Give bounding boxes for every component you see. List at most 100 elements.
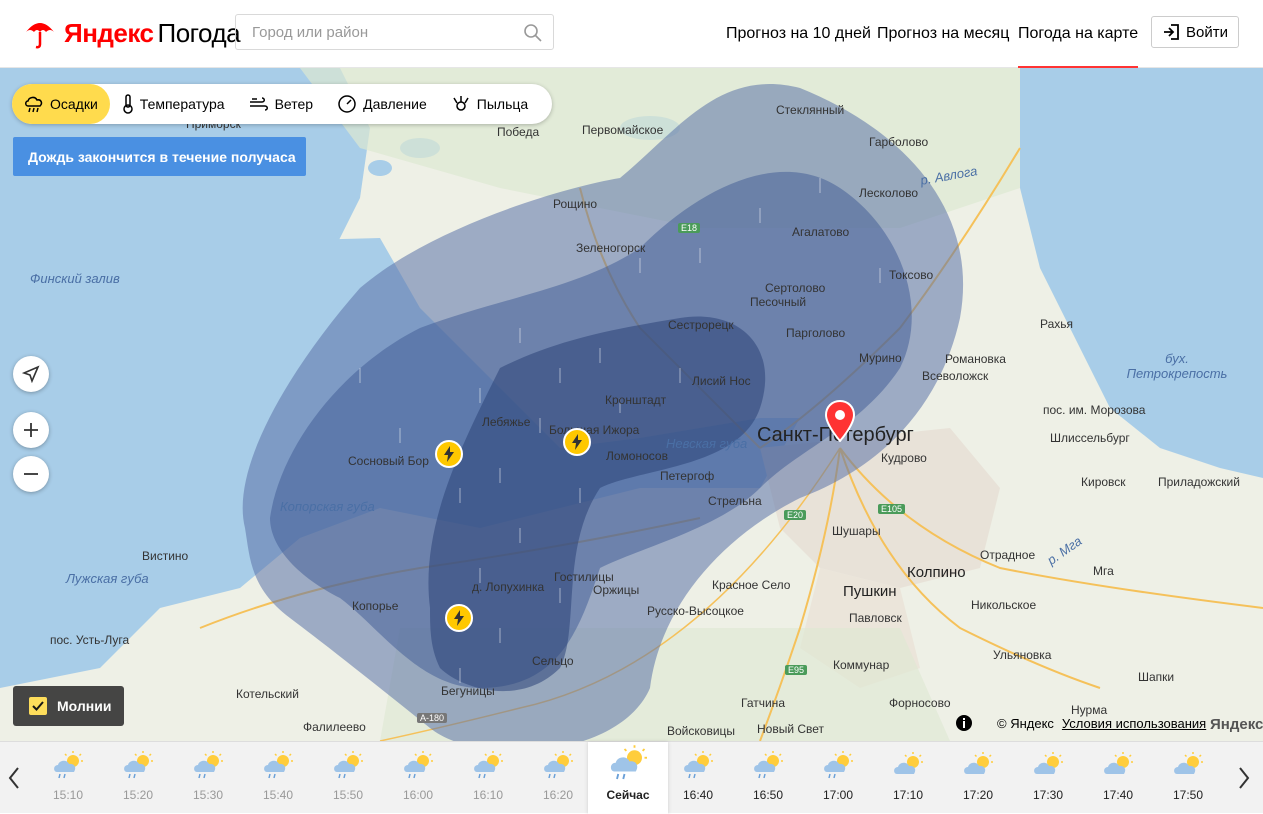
- timeline-time: 16:00: [402, 788, 434, 802]
- map-copyright: © Яндекс Условия использования: [955, 714, 1206, 732]
- place-label: д. Лопухинка: [472, 580, 545, 594]
- info-icon[interactable]: [955, 714, 973, 732]
- timeline-slot[interactable]: 16:20: [523, 742, 593, 814]
- timeline-time: 17:00: [822, 788, 854, 802]
- place-label: Мурино: [859, 351, 902, 365]
- partly-cloudy-icon: [1034, 752, 1063, 774]
- partly-cloudy-icon: [964, 752, 993, 774]
- road-sign: E20: [784, 510, 807, 520]
- water-label: бух. Петрокрепость: [1126, 351, 1228, 381]
- timeline-slot[interactable]: 16:10: [453, 742, 523, 814]
- place-label: Лебяжье: [482, 415, 531, 429]
- lightning-icon: [572, 434, 582, 450]
- place-label: Большая Ижора: [549, 423, 640, 437]
- timeline-time: 17:50: [1172, 788, 1204, 802]
- timeline-slot[interactable]: 16:50: [733, 742, 803, 814]
- zoom-in-button[interactable]: [13, 412, 49, 448]
- nav-month[interactable]: Прогноз на месяц: [877, 0, 1009, 68]
- place-label: Мга: [1093, 564, 1114, 578]
- timeline: 15:10 15:20 15:30 15:40 15:50 16:00 16:1…: [0, 741, 1263, 814]
- place-label: Кронштадт: [605, 393, 667, 407]
- place-label: Пушкин: [843, 583, 897, 600]
- timeline-slot-now[interactable]: Сейчас: [588, 742, 668, 814]
- timeline-slot[interactable]: 17:50: [1153, 742, 1223, 814]
- layer-label: Давление: [363, 96, 427, 112]
- place-label: Петергоф: [660, 469, 715, 483]
- layer-precipitation[interactable]: Осадки: [12, 84, 110, 124]
- timeline-time: 15:40: [262, 788, 294, 802]
- place-label: Победа: [497, 125, 540, 139]
- road-sign: E95: [785, 665, 808, 675]
- lightning-marker[interactable]: [563, 428, 591, 456]
- lightning-marker[interactable]: [435, 440, 463, 468]
- timeline-slot[interactable]: 17:10: [873, 742, 943, 814]
- layer-temperature[interactable]: Температура: [110, 84, 237, 124]
- thermometer-icon: [123, 94, 133, 114]
- search-input[interactable]: [236, 15, 553, 49]
- lightning-toggle[interactable]: Молнии: [13, 686, 124, 726]
- layer-wind[interactable]: Ветер: [237, 84, 326, 124]
- timeline-slot[interactable]: 17:40: [1083, 742, 1153, 814]
- timeline-time: 16:10: [472, 788, 504, 802]
- place-label: Рахья: [1040, 317, 1074, 331]
- search-icon[interactable]: [523, 23, 543, 43]
- place-label: Фалилеево: [303, 720, 366, 734]
- timeline-prev-button[interactable]: [0, 742, 28, 814]
- road-sign: E105: [878, 504, 906, 514]
- lightning-marker[interactable]: [445, 604, 473, 632]
- login-label: Войти: [1186, 23, 1228, 41]
- partly-cloudy-rain-icon: [194, 751, 223, 779]
- timeline-slot[interactable]: 16:00: [383, 742, 453, 814]
- search-box[interactable]: [235, 14, 554, 50]
- timeline-time: 17:30: [1032, 788, 1064, 802]
- weather-map[interactable]: Приморск Победа Первомайское Стеклянный …: [0, 68, 1263, 741]
- lightning-checkbox[interactable]: [29, 697, 47, 715]
- partly-cloudy-rain-icon: [124, 751, 153, 779]
- timeline-slot[interactable]: 15:30: [173, 742, 243, 814]
- timeline-slot[interactable]: 15:10: [33, 742, 103, 814]
- layer-label: Пыльца: [476, 96, 529, 112]
- timeline-slot[interactable]: 17:30: [1013, 742, 1083, 814]
- place-label: Ломоносов: [606, 449, 668, 463]
- place-label: Зеленогорск: [576, 241, 646, 255]
- timeline-slot[interactable]: 15:50: [313, 742, 383, 814]
- nav-10-days[interactable]: Прогноз на 10 дней: [726, 0, 871, 68]
- partly-cloudy-rain-icon: [610, 745, 647, 780]
- timeline-slot[interactable]: 17:00: [803, 742, 873, 814]
- layer-pollen[interactable]: Пыльца: [439, 84, 540, 124]
- place-label: Лесколово: [859, 186, 919, 200]
- location-pin-icon[interactable]: [825, 400, 855, 442]
- place-label: Токсово: [889, 268, 934, 282]
- place-label: Вистино: [142, 549, 189, 563]
- timeline-next-button[interactable]: [1230, 742, 1258, 814]
- lightning-icon: [454, 610, 464, 626]
- place-label: Шлиссельбург: [1050, 431, 1130, 445]
- nav-map[interactable]: Погода на карте: [1018, 0, 1139, 68]
- terms-link[interactable]: Условия использования: [1062, 716, 1206, 731]
- timeline-slot[interactable]: 15:40: [243, 742, 313, 814]
- place-label: Колпино: [907, 564, 966, 581]
- pollen-icon: [453, 96, 469, 111]
- place-label: Войсковицы: [667, 724, 736, 738]
- nowcast-banner[interactable]: Дождь закончится в течение получаса: [13, 137, 306, 176]
- timeline-slot[interactable]: 17:20: [943, 742, 1013, 814]
- rain-cloud-icon: [25, 96, 43, 113]
- zoom-out-button[interactable]: [13, 456, 49, 492]
- road-sign: E18: [678, 223, 701, 233]
- timeline-time: 15:10: [52, 788, 84, 802]
- place-label: Всеволожск: [922, 369, 989, 383]
- place-label: Гостилицы: [554, 570, 614, 584]
- layer-label: Осадки: [50, 96, 98, 112]
- layer-pressure[interactable]: Давление: [325, 84, 439, 124]
- gauge-icon: [338, 95, 356, 113]
- place-label: Гатчина: [741, 696, 785, 710]
- locate-button[interactable]: [13, 356, 49, 392]
- place-label: Гарболово: [869, 135, 929, 149]
- timeline-slot[interactable]: 15:20: [103, 742, 173, 814]
- partly-cloudy-icon: [1174, 752, 1203, 774]
- logo[interactable]: Яндекс Погода: [24, 16, 241, 50]
- login-button[interactable]: Войти: [1151, 16, 1239, 48]
- timeline-slot[interactable]: 16:40: [663, 742, 733, 814]
- place-label: Стрельна: [708, 494, 762, 508]
- place-label: Отрадное: [980, 548, 1036, 562]
